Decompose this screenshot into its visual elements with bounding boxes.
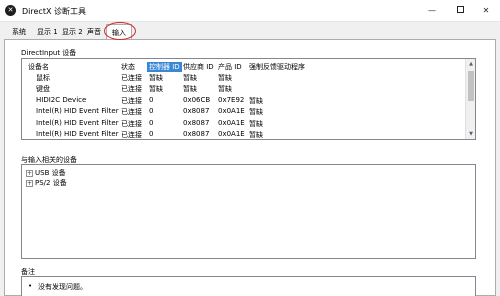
product-id-cell: 0x0A1E — [218, 130, 245, 138]
directinput-device-list[interactable]: 设备名 状态 控制器 ID 供应商 ID 产品 ID 强制反馈驱动程序 鼠标 已… — [21, 58, 476, 140]
status-cell: 已连接 — [121, 131, 142, 139]
column-header-controller-id[interactable]: 控制器 ID — [147, 62, 182, 72]
column-header-ffb-driver[interactable]: 强制反馈驱动程序 — [249, 62, 305, 72]
controller-id-cell: 0 — [149, 130, 154, 138]
expand-plus-icon[interactable]: + — [26, 179, 33, 187]
status-cell: 已连接 — [121, 108, 142, 116]
minimize-button[interactable]: — — [418, 0, 446, 22]
product-id-cell: 暂缺 — [218, 85, 232, 93]
product-id-cell: 0x7E92 — [218, 96, 245, 104]
directx-app-icon: ✕ — [5, 5, 16, 16]
status-cell: 已连接 — [121, 97, 142, 105]
status-cell: 已连接 — [121, 120, 142, 128]
device-name-cell: 鼠标 — [36, 74, 50, 82]
scroll-down-arrow-icon[interactable]: ▼ — [466, 129, 475, 139]
tab-system[interactable]: 系统 — [12, 27, 26, 37]
controller-id-cell: 暂缺 — [149, 74, 163, 82]
annotation-circle — [104, 22, 136, 40]
notes-box: • 没有发现问题。 — [21, 276, 476, 296]
status-cell: 已连接 — [121, 85, 142, 93]
vendor-id-cell: 0x06CB — [183, 96, 211, 104]
tree-item-label: USB 设备 — [35, 169, 66, 177]
vendor-id-cell: 暂缺 — [183, 74, 197, 82]
tab-strip: 系统 显示 1 显示 2 声音 输入 — [0, 24, 500, 40]
vendor-id-cell: 暂缺 — [183, 85, 197, 93]
title-bar: ✕ DirectX 诊断工具 — ✕ — [0, 0, 500, 22]
vertical-scrollbar[interactable]: ▲ ▼ — [465, 59, 475, 139]
note-text: 没有发现问题。 — [38, 283, 87, 291]
device-name-cell: Intel(R) HID Event Filter — [36, 130, 119, 138]
controller-id-cell: 0 — [149, 96, 154, 104]
ffb-driver-cell: 暂缺 — [249, 97, 263, 105]
controller-id-cell: 0 — [149, 107, 154, 115]
maximize-icon — [456, 6, 464, 13]
product-id-cell: 0x0A1E — [218, 107, 245, 115]
note-bullet: • — [28, 282, 33, 290]
close-button[interactable]: ✕ — [472, 0, 500, 22]
device-name-cell: 键盘 — [36, 85, 50, 93]
status-cell: 已连接 — [121, 74, 142, 82]
tab-sound[interactable]: 声音 — [87, 27, 101, 37]
directinput-section-title: DirectInput 设备 — [21, 49, 77, 57]
scroll-up-arrow-icon[interactable]: ▲ — [466, 59, 475, 69]
tree-item-label: PS/2 设备 — [35, 179, 67, 187]
product-id-cell: 暂缺 — [218, 74, 232, 82]
column-header-status[interactable]: 状态 — [121, 62, 135, 72]
ffb-driver-cell: 暂缺 — [249, 131, 263, 139]
maximize-button[interactable] — [446, 0, 474, 22]
related-devices-tree[interactable]: + USB 设备 + PS/2 设备 — [21, 164, 476, 259]
vendor-id-cell: 0x8087 — [183, 130, 210, 138]
tab-display-2[interactable]: 显示 2 — [62, 27, 83, 37]
product-id-cell: 0x0A1E — [218, 119, 245, 127]
scroll-thumb[interactable] — [468, 71, 474, 101]
tree-item-ps2-devices[interactable]: + PS/2 设备 — [26, 178, 67, 188]
ffb-driver-cell: 暂缺 — [249, 108, 263, 116]
column-header-device-name[interactable]: 设备名 — [28, 62, 49, 72]
column-header-product-id[interactable]: 产品 ID — [218, 62, 242, 72]
tab-display-1[interactable]: 显示 1 — [37, 27, 58, 37]
ffb-driver-cell: 暂缺 — [249, 120, 263, 128]
controller-id-cell: 0 — [149, 119, 154, 127]
vendor-id-cell: 0x8087 — [183, 119, 210, 127]
window-title: DirectX 诊断工具 — [22, 7, 86, 16]
tree-item-usb-devices[interactable]: + USB 设备 — [26, 168, 66, 178]
controller-id-cell: 暂缺 — [149, 85, 163, 93]
expand-plus-icon[interactable]: + — [26, 169, 33, 177]
device-name-cell: Intel(R) HID Event Filter — [36, 107, 119, 115]
device-name-cell: Intel(R) HID Event Filter — [36, 119, 119, 127]
device-name-cell: HIDI2C Device — [36, 96, 87, 104]
column-header-vendor-id[interactable]: 供应商 ID — [183, 62, 214, 72]
vendor-id-cell: 0x8087 — [183, 107, 210, 115]
